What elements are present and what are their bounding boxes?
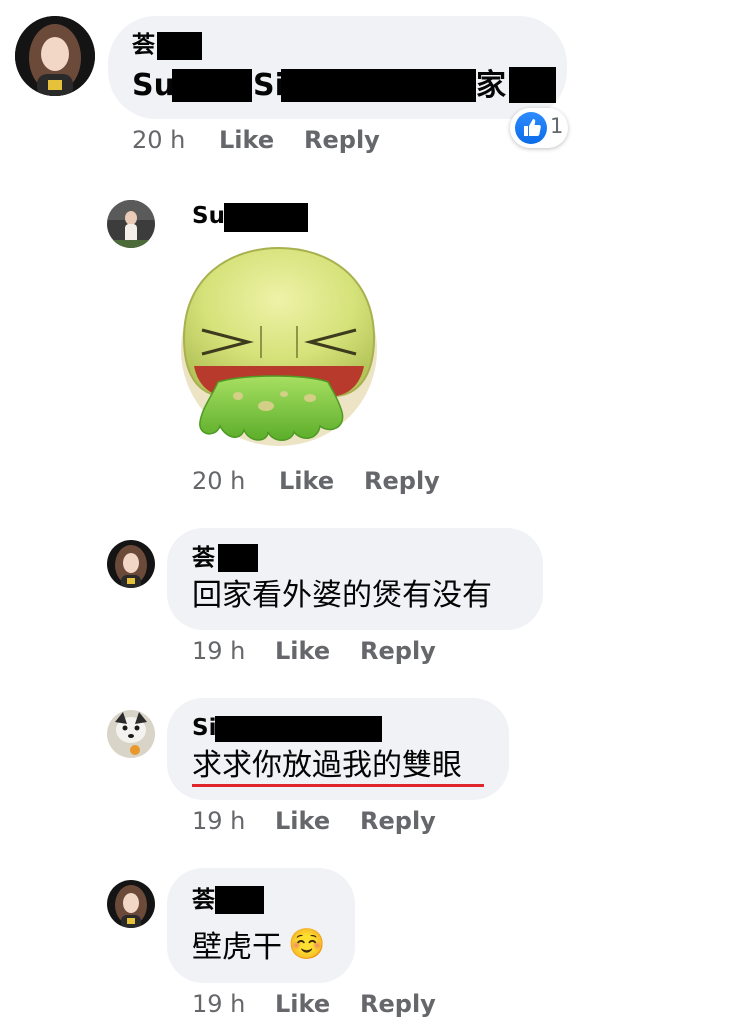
comment-text: 求求你放過我的雙眼 — [192, 748, 462, 783]
redaction-box — [215, 716, 382, 742]
redaction-box — [281, 69, 476, 102]
comment-time[interactable]: 20 h — [132, 128, 185, 152]
comment-author[interactable]: Si — [192, 717, 216, 740]
comment-author[interactable]: 荟 — [192, 889, 215, 912]
comment-text-part: 家 — [476, 68, 506, 103]
profile-photo — [107, 880, 155, 928]
redaction-box — [509, 67, 556, 103]
redaction-box — [218, 544, 258, 572]
reply-button[interactable]: Reply — [360, 809, 436, 833]
profile-photo — [107, 710, 155, 758]
comment-author[interactable]: 荟 — [132, 34, 155, 57]
like-button[interactable]: Like — [275, 639, 330, 663]
like-button[interactable]: Like — [279, 469, 334, 493]
comment-text-part: Su — [132, 68, 175, 103]
avatar[interactable] — [15, 16, 95, 96]
avatar[interactable] — [107, 540, 155, 588]
comment-time[interactable]: 19 h — [192, 809, 245, 833]
like-button[interactable]: Like — [219, 128, 274, 152]
avatar[interactable] — [107, 710, 155, 758]
comment-time[interactable]: 19 h — [192, 992, 245, 1016]
redaction-box — [157, 32, 202, 60]
comment-author[interactable]: 荟 — [192, 547, 215, 570]
avatar[interactable] — [107, 200, 155, 248]
reaction-count: 1 — [550, 114, 564, 138]
vomiting-face-sticker[interactable] — [176, 246, 381, 446]
like-button[interactable]: Like — [275, 992, 330, 1016]
reply-button[interactable]: Reply — [360, 639, 436, 663]
reaction-summary[interactable]: 1 — [510, 108, 568, 148]
reply-button[interactable]: Reply — [364, 469, 440, 493]
comment-text: 壁虎干 — [192, 930, 282, 965]
profile-photo — [107, 540, 155, 588]
like-button[interactable]: Like — [275, 809, 330, 833]
avatar[interactable] — [107, 880, 155, 928]
reply-button[interactable]: Reply — [360, 992, 436, 1016]
smiling-face-emoji: ☺️ — [288, 927, 326, 962]
profile-photo — [15, 16, 95, 96]
comment-time[interactable]: 19 h — [192, 639, 245, 663]
redaction-box — [224, 203, 308, 232]
redaction-box — [172, 69, 252, 102]
comment-author[interactable]: Su — [192, 205, 225, 228]
comment-time[interactable]: 20 h — [192, 469, 245, 493]
spellcheck-underline — [192, 784, 484, 787]
comment-text: 回家看外婆的煲有没有 — [192, 578, 492, 613]
reply-button[interactable]: Reply — [304, 128, 380, 152]
thumbs-up-icon — [515, 112, 547, 144]
profile-photo — [107, 200, 155, 248]
redaction-box — [215, 886, 264, 914]
